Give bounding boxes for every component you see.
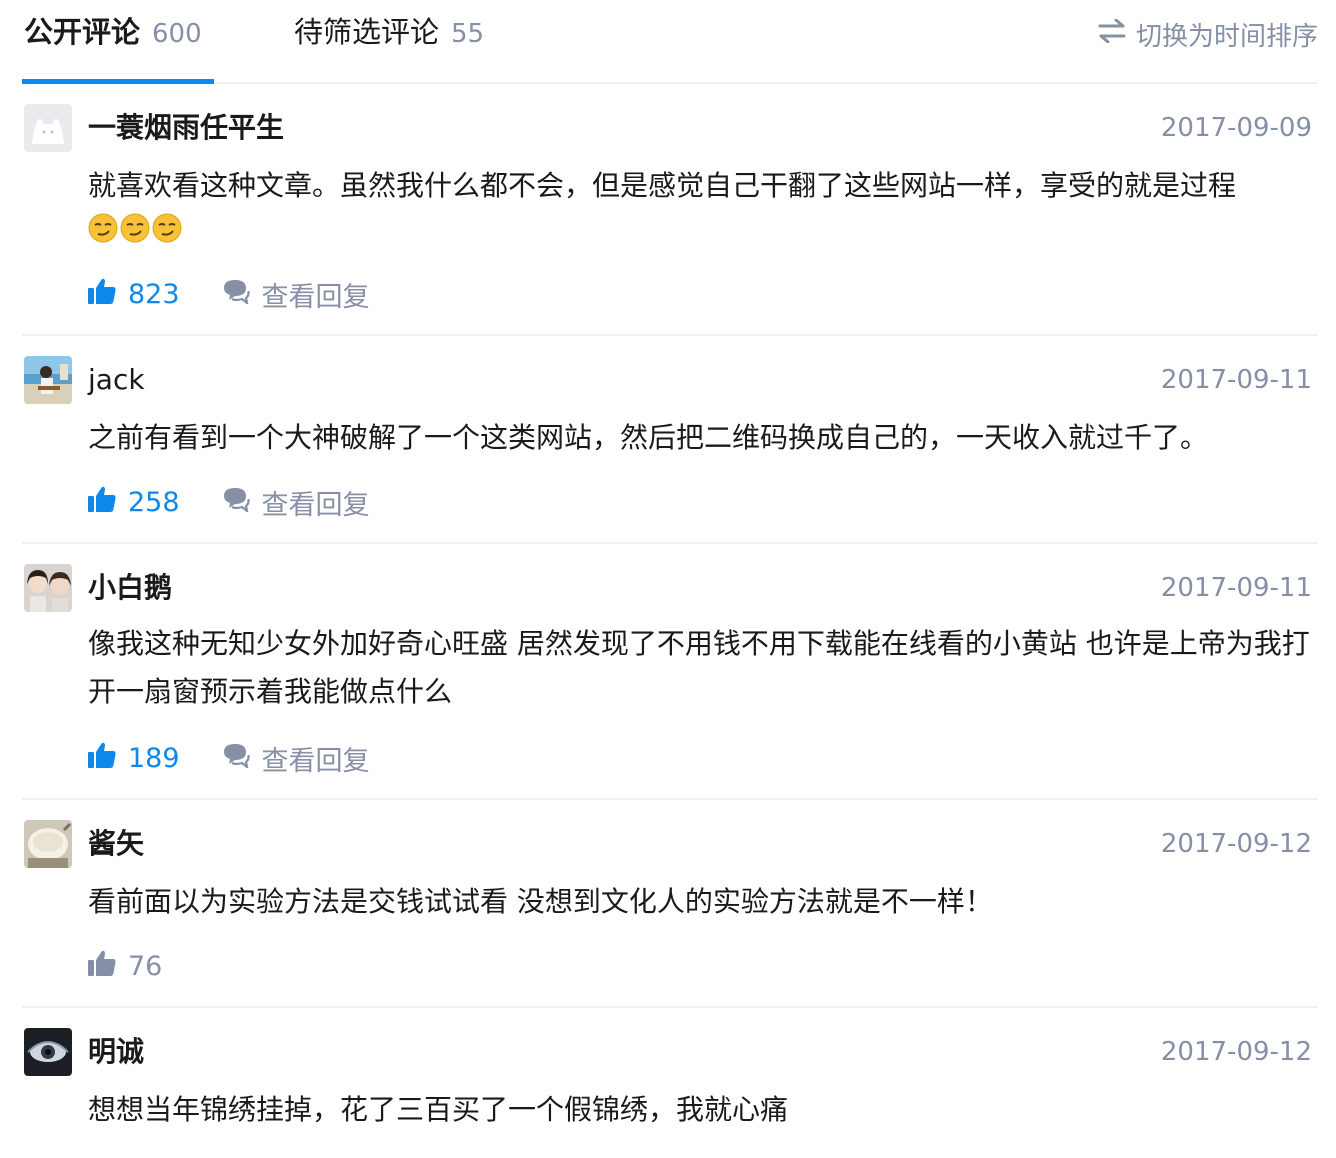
comment-date: 2017-09-12 xyxy=(1160,829,1312,859)
comment-date: 2017-09-12 xyxy=(1160,1037,1312,1067)
thumbs-up-icon xyxy=(88,486,128,519)
tab-public-label: 公开评论 xyxy=(24,15,141,49)
sort-toggle-button[interactable]: 切换为时间排序 xyxy=(1098,16,1318,53)
sort-toggle-label: 切换为时间排序 xyxy=(1135,22,1318,52)
view-replies-label: 查看回复 xyxy=(261,281,370,313)
like-button[interactable]: 76 xyxy=(88,950,162,983)
comment-bubble-icon xyxy=(222,742,262,775)
comment-author[interactable]: 小白鹅 xyxy=(88,570,172,606)
thumbs-up-icon xyxy=(88,278,128,311)
thumbs-up-icon xyxy=(88,950,128,983)
comment-date: 2017-09-09 xyxy=(1160,113,1312,143)
comment-text: 想想当年锦绣挂掉，花了三百买了一个假锦绣，我就心痛 xyxy=(88,1093,789,1126)
comment-actions: 258 查看回复 xyxy=(88,482,370,522)
like-count: 258 xyxy=(128,486,180,518)
comment-actions: 76 xyxy=(88,946,162,986)
comment-text: 像我这种无知少女外加好奇心旺盛 居然发现了不用钱不用下载能在线看的小黄站 也许是… xyxy=(88,627,1310,708)
view-replies-button[interactable]: 查看回复 xyxy=(222,483,370,522)
swap-arrows-icon xyxy=(1098,18,1136,50)
tab-pending-count: 55 xyxy=(451,19,485,49)
comment-text: 之前有看到一个大神破解了一个这类网站，然后把二维码换成自己的，一天收入就过千了。 xyxy=(88,421,1209,454)
comment-author[interactable]: jack xyxy=(88,362,145,398)
comment-tabs: 公开评论 600 待筛选评论 55 切换为时间排序 xyxy=(22,0,1318,84)
view-replies-label: 查看回复 xyxy=(261,745,370,777)
tab-pending-label: 待筛选评论 xyxy=(294,15,440,49)
avatar[interactable] xyxy=(24,820,72,868)
avatar[interactable] xyxy=(24,104,72,152)
thumbs-up-icon xyxy=(88,742,128,775)
comments-panel: 公开评论 600 待筛选评论 55 切换为时间排序 一蓑烟雨任平生 2017-0… xyxy=(22,0,1318,1158)
comment-bubble-icon xyxy=(222,486,262,519)
view-replies-label: 查看回复 xyxy=(261,489,370,521)
comment-author[interactable]: 酱矢 xyxy=(88,826,144,862)
comment-item: 明诚 2017-09-12 想想当年锦绣挂掉，花了三百买了一个假锦绣，我就心痛 xyxy=(22,1008,1318,1158)
tab-pending-comments[interactable]: 待筛选评论 55 xyxy=(294,14,484,50)
comment-text-block: 就喜欢看这种文章。虽然我什么都不会，但是感觉自己干翻了这些网站一样，享受的就是过… xyxy=(88,162,1318,258)
smirk-emoji-icon xyxy=(88,210,118,258)
like-button[interactable]: 258 xyxy=(88,486,180,519)
comment-item: 一蓑烟雨任平生 2017-09-09 就喜欢看这种文章。虽然我什么都不会，但是感… xyxy=(22,84,1318,336)
comment-item: jack 2017-09-11 之前有看到一个大神破解了一个这类网站，然后把二维… xyxy=(22,336,1318,544)
like-button[interactable]: 189 xyxy=(88,742,180,775)
comment-date: 2017-09-11 xyxy=(1160,573,1312,603)
comment-item: 酱矢 2017-09-12 看前面以为实验方法是交钱试试看 没想到文化人的实验方… xyxy=(22,800,1318,1008)
comment-actions: 189 查看回复 xyxy=(88,738,370,778)
comment-text: 看前面以为实验方法是交钱试试看 没想到文化人的实验方法就是不一样！ xyxy=(88,885,993,918)
comment-author[interactable]: 明诚 xyxy=(88,1034,144,1070)
comment-text: 就喜欢看这种文章。虽然我什么都不会，但是感觉自己干翻了这些网站一样，享受的就是过… xyxy=(88,169,1237,202)
like-count: 823 xyxy=(128,278,180,310)
comment-actions: 823 查看回复 xyxy=(88,274,370,314)
tab-public-comments[interactable]: 公开评论 600 xyxy=(24,14,202,50)
like-button[interactable]: 823 xyxy=(88,278,180,311)
smirk-emoji-icon xyxy=(120,210,150,258)
comment-author[interactable]: 一蓑烟雨任平生 xyxy=(88,110,284,146)
avatar[interactable] xyxy=(24,1028,72,1076)
avatar[interactable] xyxy=(24,564,72,612)
view-replies-button[interactable]: 查看回复 xyxy=(222,739,370,778)
like-count: 189 xyxy=(128,742,180,774)
comment-date: 2017-09-11 xyxy=(1160,365,1312,395)
comment-bubble-icon xyxy=(222,278,262,311)
comment-item: 小白鹅 2017-09-11 像我这种无知少女外加好奇心旺盛 居然发现了不用钱不… xyxy=(22,544,1318,800)
like-count: 76 xyxy=(128,950,163,982)
smirk-emoji-icon xyxy=(152,210,182,258)
emoji-row xyxy=(88,210,1318,258)
avatar[interactable] xyxy=(24,356,72,404)
tab-public-count: 600 xyxy=(152,19,202,49)
view-replies-button[interactable]: 查看回复 xyxy=(222,275,370,314)
